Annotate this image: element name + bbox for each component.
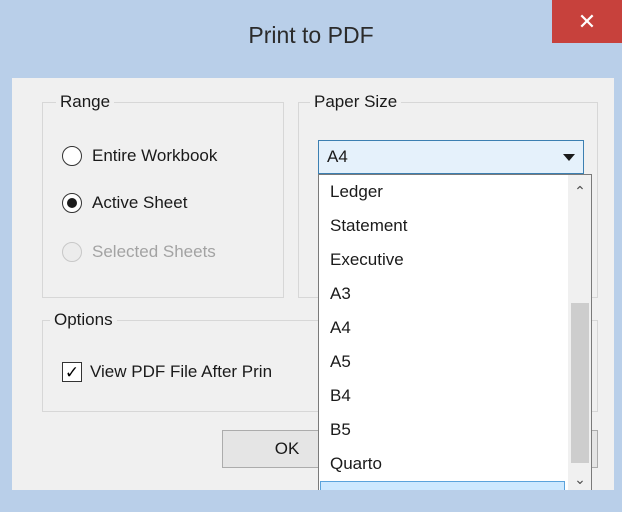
dropdown-option-executive[interactable]: Executive xyxy=(320,243,565,277)
radio-button xyxy=(62,242,82,262)
dropdown-option-statement[interactable]: Statement xyxy=(320,209,565,243)
dropdown-option-a3[interactable]: A3 xyxy=(320,277,565,311)
paper-size-legend: Paper Size xyxy=(310,92,402,112)
dropdown-option-ledger[interactable]: Ledger xyxy=(320,175,565,209)
dropdown-option-a5[interactable]: A5 xyxy=(320,345,565,379)
dropdown-option-b4[interactable]: B4 xyxy=(320,379,565,413)
scroll-down-icon[interactable]: ⌄ xyxy=(568,467,591,491)
dropdown-option-b5[interactable]: B5 xyxy=(320,413,565,447)
paper-size-select[interactable]: A4 xyxy=(318,140,584,174)
range-legend: Range xyxy=(56,92,115,112)
options-legend: Options xyxy=(50,310,117,330)
radio-button[interactable] xyxy=(62,193,82,213)
window-bottom-frame xyxy=(0,490,622,512)
paper-size-selected-value: A4 xyxy=(327,147,348,166)
close-button[interactable]: ✕ xyxy=(552,0,622,43)
dropdown-option-quarto[interactable]: Quarto xyxy=(320,447,565,481)
ok-button-label: OK xyxy=(274,439,300,458)
radio-selected-sheets: Selected Sheets xyxy=(62,242,216,262)
view-pdf-label: View PDF File After Prin xyxy=(90,362,273,381)
view-pdf-checkbox-row[interactable]: ✓ View PDF File After Prin xyxy=(62,362,272,382)
checkmark-icon: ✓ xyxy=(64,362,80,382)
scroll-up-icon[interactable]: ⌃ xyxy=(568,179,591,203)
radio-entire-workbook[interactable]: Entire Workbook xyxy=(62,146,217,166)
radio-label: Active Sheet xyxy=(92,193,188,212)
print-to-pdf-window: Print to PDF ✕ Range Entire Workbook Act… xyxy=(0,0,622,512)
radio-label: Selected Sheets xyxy=(92,242,216,261)
view-pdf-checkbox[interactable]: ✓ xyxy=(62,362,82,382)
dropdown-option-a4[interactable]: A4 xyxy=(320,311,565,345)
dropdown-arrow-icon xyxy=(563,154,575,161)
radio-active-sheet[interactable]: Active Sheet xyxy=(62,193,187,213)
paper-size-dropdown-list[interactable]: Ledger Statement Executive A3 A4 A5 B4 B… xyxy=(318,174,592,492)
dropdown-scrollbar[interactable]: ⌃ ⌄ xyxy=(568,175,591,491)
dialog-body: Range Entire Workbook Active Sheet Selec… xyxy=(12,78,614,492)
title-bar: Print to PDF ✕ xyxy=(0,0,622,78)
radio-button[interactable] xyxy=(62,146,82,166)
dialog-title: Print to PDF xyxy=(248,22,374,48)
scroll-thumb[interactable] xyxy=(571,303,589,463)
close-icon: ✕ xyxy=(577,8,597,34)
radio-label: Entire Workbook xyxy=(92,146,218,165)
